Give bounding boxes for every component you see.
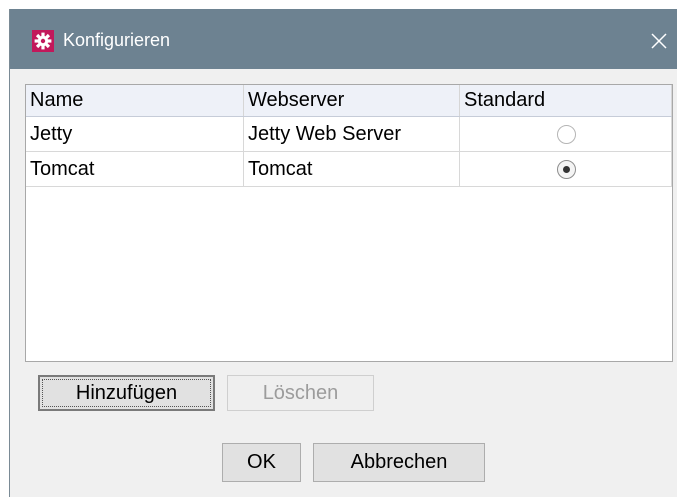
ok-button[interactable]: OK	[222, 443, 301, 482]
delete-button[interactable]: Löschen	[227, 375, 374, 411]
cell-name: Jetty	[26, 117, 244, 151]
column-header-webserver[interactable]: Webserver	[244, 85, 460, 116]
column-header-standard[interactable]: Standard	[460, 85, 672, 116]
table-row[interactable]: Jetty Jetty Web Server	[26, 117, 672, 152]
cancel-button[interactable]: Abbrechen	[313, 443, 485, 482]
window-title: Konfigurieren	[63, 30, 171, 50]
title-bar[interactable]: Konfigurieren	[10, 9, 677, 69]
cell-webserver: Tomcat	[244, 152, 460, 186]
close-button[interactable]	[640, 23, 677, 59]
table-row[interactable]: Tomcat Tomcat	[26, 152, 672, 187]
cell-webserver: Jetty Web Server	[244, 117, 460, 151]
gear-icon	[32, 30, 54, 52]
table-header: Name Webserver Standard	[26, 85, 672, 117]
add-button[interactable]: Hinzufügen	[38, 375, 215, 411]
configure-dialog: Konfigurieren Name Webserver Standard Je…	[9, 9, 677, 497]
cell-name: Tomcat	[26, 152, 244, 186]
close-icon	[651, 33, 667, 49]
cell-standard[interactable]	[460, 117, 672, 151]
column-header-name[interactable]: Name	[26, 85, 244, 116]
webserver-table[interactable]: Name Webserver Standard Jetty Jetty Web …	[25, 84, 673, 362]
cell-standard[interactable]	[460, 152, 672, 186]
standard-radio[interactable]	[557, 160, 576, 179]
standard-radio[interactable]	[557, 125, 576, 144]
